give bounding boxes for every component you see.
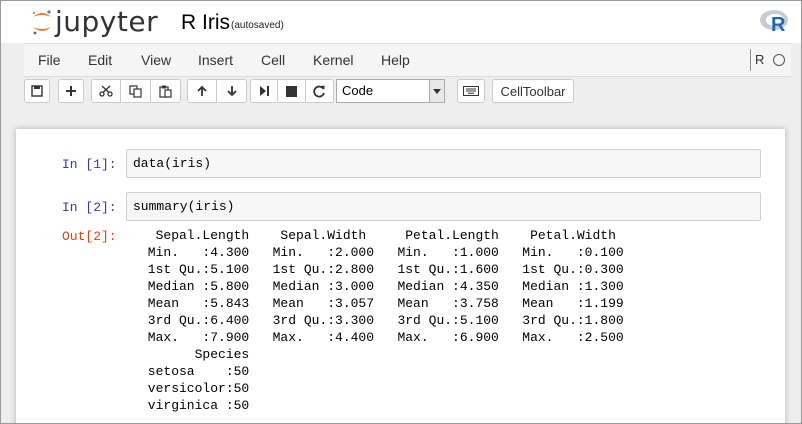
insert-cell-button[interactable]: [58, 79, 84, 103]
notebook-container: In [1]: data(iris) In [2]: summary(iris)…: [16, 129, 785, 423]
menu-file[interactable]: File: [38, 52, 61, 68]
interrupt-kernel-button[interactable]: [278, 79, 306, 103]
menubar: File Edit View Insert Cell Kernel Help R: [24, 43, 791, 77]
header: jupyter R Iris (autosaved) R: [1, 1, 801, 43]
arrow-down-icon: [226, 86, 237, 97]
plus-icon: [66, 86, 76, 96]
menu-kernel[interactable]: Kernel: [313, 52, 353, 68]
run-icon: [260, 86, 269, 96]
input-prompt-2: In [2]:: [62, 200, 117, 215]
kernel-indicator-label: R: [755, 52, 765, 67]
output-prompt-2: Out[2]:: [62, 229, 117, 244]
jupyter-logo[interactable]: jupyter: [31, 5, 158, 39]
code-cell-1-input[interactable]: data(iris): [126, 149, 761, 178]
jupyter-logo-text: jupyter: [55, 5, 159, 38]
notebook-name[interactable]: R Iris: [181, 11, 230, 35]
save-button[interactable]: [24, 79, 50, 103]
command-palette-button[interactable]: [457, 79, 485, 103]
autosave-status: (autosaved): [231, 20, 284, 31]
kernel-logo-text: R: [771, 14, 786, 35]
celltoolbar-label: CellToolbar: [500, 83, 566, 99]
cut-button[interactable]: [91, 79, 121, 103]
keyboard-icon: [463, 86, 479, 96]
arrow-up-icon: [197, 85, 207, 96]
copy-icon: [129, 84, 142, 98]
cell-2-output: Sepal.Length Sepal.Width Petal.Length Pe…: [147, 228, 624, 413]
jupyter-orbit-icon: [32, 10, 51, 35]
restart-kernel-button[interactable]: [306, 79, 334, 103]
copy-button[interactable]: [121, 79, 151, 103]
save-icon: [31, 85, 43, 97]
move-down-button[interactable]: [217, 79, 247, 103]
chevron-down-icon: [429, 80, 444, 102]
cell-type-select[interactable]: Code: [336, 79, 445, 103]
menu-insert[interactable]: Insert: [198, 52, 233, 68]
paste-icon: [159, 85, 172, 98]
menu-view[interactable]: View: [141, 52, 171, 68]
kernel-status-icon: [773, 54, 785, 66]
restart-icon: [313, 85, 325, 97]
menu-edit[interactable]: Edit: [88, 52, 112, 68]
input-prompt-1: In [1]:: [62, 157, 117, 172]
scissors-icon: [99, 85, 113, 97]
stop-icon: [286, 85, 297, 97]
cell-type-value: Code: [342, 83, 374, 98]
move-up-button[interactable]: [187, 79, 217, 103]
run-cell-button[interactable]: [250, 79, 278, 103]
menu-help[interactable]: Help: [381, 52, 410, 68]
menu-cell[interactable]: Cell: [261, 52, 285, 68]
kernel-logo-icon: R: [759, 7, 791, 40]
kernel-separator: [750, 49, 751, 71]
paste-button[interactable]: [151, 79, 181, 103]
code-cell-2-input[interactable]: summary(iris): [126, 192, 761, 221]
celltoolbar-button[interactable]: CellToolbar: [492, 79, 574, 103]
browser-frame: jupyter R Iris (autosaved) R File Edit V…: [0, 0, 802, 424]
